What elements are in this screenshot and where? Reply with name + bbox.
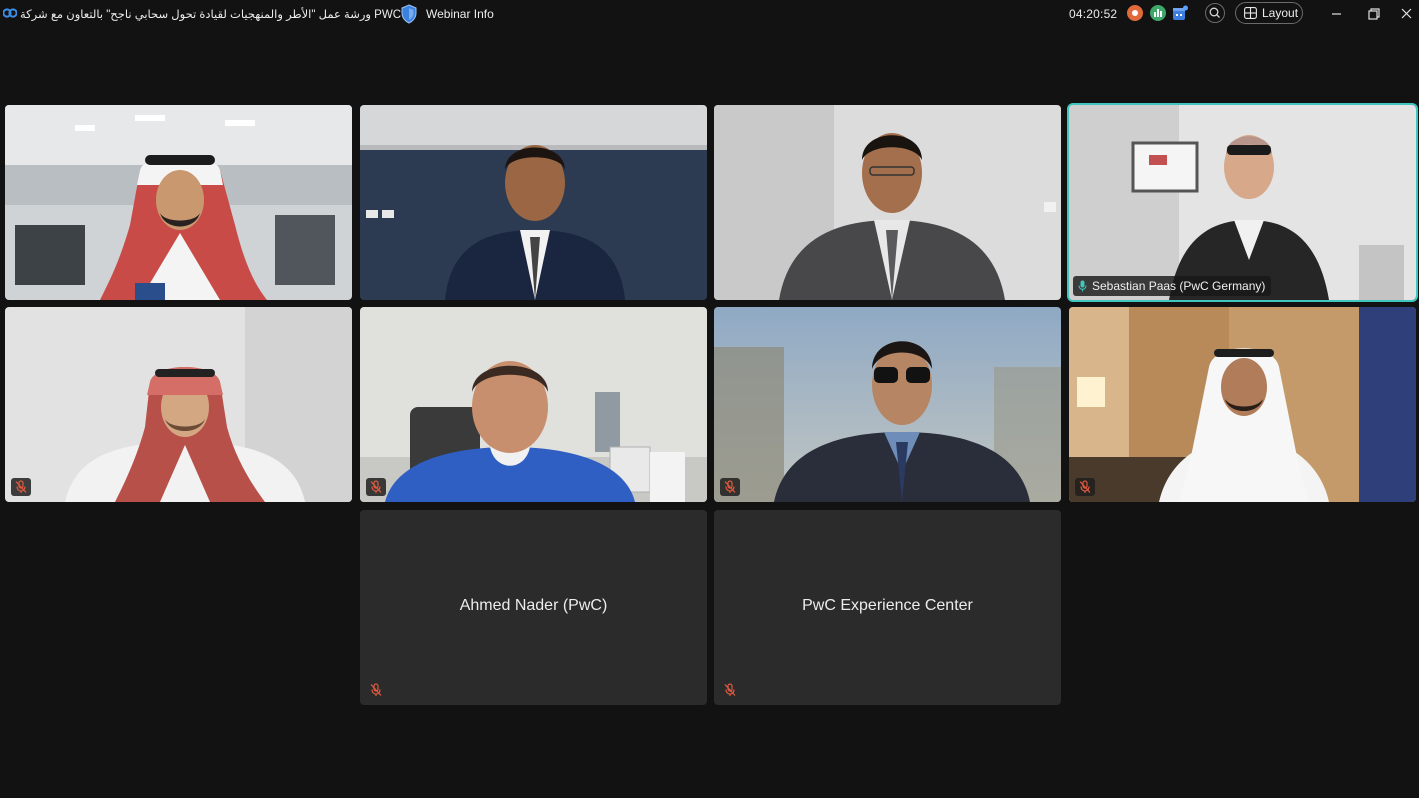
muted-indicator	[720, 478, 740, 496]
restore-icon[interactable]	[1364, 4, 1384, 24]
video-tile-participant-10[interactable]: PwC Experience Center	[714, 510, 1061, 705]
minimize-icon[interactable]	[1327, 4, 1347, 24]
participant-name: Ahmed Nader (PwC)	[459, 597, 608, 614]
video-tile-participant-1[interactable]	[5, 105, 352, 300]
muted-indicator	[1075, 478, 1095, 496]
microphone-muted-icon	[724, 683, 736, 697]
participant-video	[714, 307, 1061, 502]
participant-video	[360, 105, 707, 300]
recording-icon[interactable]	[1127, 5, 1143, 21]
video-tile-participant-4[interactable]: Sebastian Paas (PwC Germany)	[1069, 105, 1416, 300]
meeting-title: ورشة عمل "الأطر والمنهجيات لقيادة تحول س…	[20, 9, 402, 21]
app-logo-icon	[3, 8, 17, 18]
video-tile-participant-8[interactable]	[1069, 307, 1416, 502]
stats-icon[interactable]	[1150, 5, 1166, 21]
layout-grid-icon	[1244, 7, 1257, 19]
microphone-icon	[1078, 280, 1087, 292]
participant-name-tag: Sebastian Paas (PwC Germany)	[1073, 276, 1272, 296]
elapsed-timer: 04:20:52	[1069, 7, 1118, 21]
microphone-muted-icon	[370, 683, 382, 697]
participant-name: Sebastian Paas (PwC Germany)	[1092, 279, 1266, 293]
microphone-muted-icon	[724, 480, 736, 494]
microphone-muted-icon	[1079, 480, 1091, 494]
muted-indicator	[366, 478, 386, 496]
video-tile-participant-5[interactable]	[5, 307, 352, 502]
participant-video	[1069, 307, 1416, 502]
video-tile-participant-3[interactable]	[714, 105, 1061, 300]
layout-label: Layout	[1262, 6, 1299, 20]
microphone-muted-icon	[15, 480, 27, 494]
video-tile-participant-2[interactable]	[360, 105, 707, 300]
title-bar: ورشة عمل "الأطر والمنهجيات لقيادة تحول س…	[0, 0, 1419, 28]
video-tile-participant-7[interactable]	[714, 307, 1061, 502]
microphone-muted-icon	[370, 480, 382, 494]
shield-icon[interactable]	[400, 4, 418, 24]
participant-video	[5, 105, 352, 300]
video-tile-participant-9[interactable]: Ahmed Nader (PwC)	[360, 510, 707, 705]
participant-video	[360, 307, 707, 502]
calendar-icon[interactable]	[1172, 5, 1188, 21]
participant-video	[1069, 105, 1416, 300]
webinar-info-link[interactable]: Webinar Info	[426, 7, 494, 21]
close-icon[interactable]	[1397, 4, 1417, 24]
muted-indicator	[366, 681, 386, 699]
participant-video	[714, 105, 1061, 300]
participant-video	[5, 307, 352, 502]
layout-button[interactable]: Layout	[1235, 2, 1303, 24]
video-tile-participant-6[interactable]	[360, 307, 707, 502]
muted-indicator	[720, 681, 740, 699]
zoom-magnifier-icon[interactable]	[1205, 3, 1225, 23]
participant-name: PwC Experience Center	[802, 597, 973, 614]
muted-indicator	[11, 478, 31, 496]
